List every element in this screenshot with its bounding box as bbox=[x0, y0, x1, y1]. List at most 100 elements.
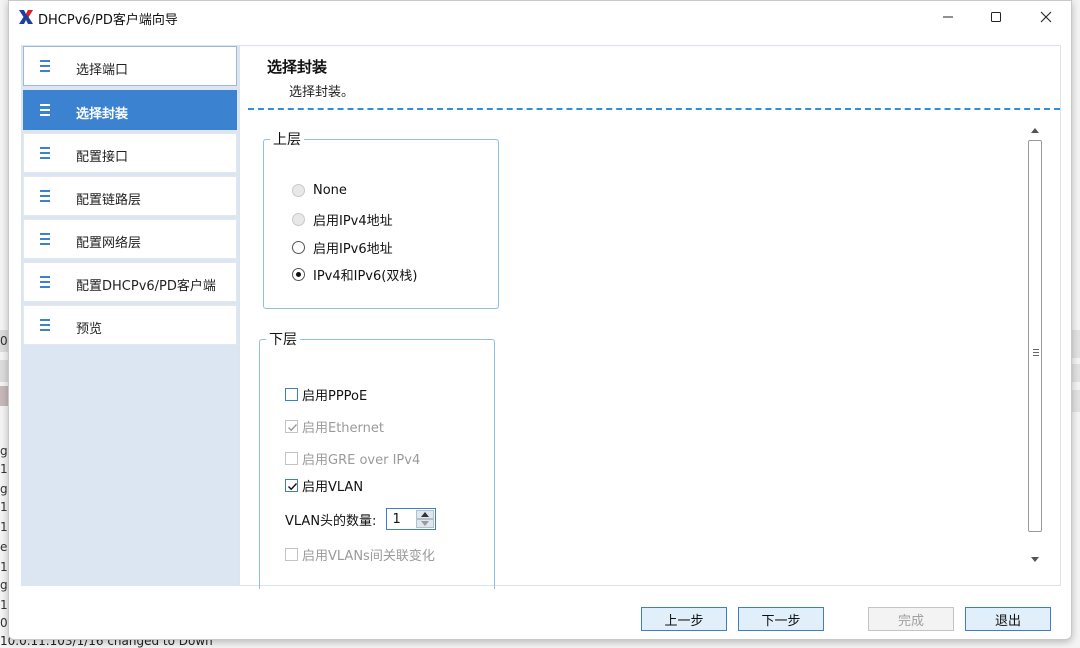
close-button[interactable] bbox=[1021, 1, 1071, 33]
radio-label: IPv4和IPv6(双栈) bbox=[313, 269, 418, 284]
radio-label: 启用IPv6地址 bbox=[313, 242, 393, 257]
background-text: 0 bbox=[0, 334, 8, 348]
background-text: g bbox=[0, 578, 8, 592]
list-icon bbox=[40, 104, 50, 116]
background-text: 0 bbox=[0, 616, 8, 630]
radio-dual-stack[interactable]: IPv4和IPv6(双栈) bbox=[292, 265, 417, 284]
radio-ipv6[interactable]: 启用IPv6地址 bbox=[292, 238, 393, 257]
vlan-count-row: VLAN头的数量: 1 bbox=[285, 508, 437, 530]
dashed-divider bbox=[248, 108, 1060, 110]
vlan-count-spinbox[interactable]: 1 bbox=[386, 508, 437, 530]
list-icon bbox=[40, 60, 50, 72]
checkbox-ethernet[interactable]: 启用Ethernet bbox=[285, 417, 384, 436]
vlan-count-value[interactable]: 1 bbox=[392, 512, 400, 527]
spin-buttons bbox=[416, 510, 435, 528]
group-title: 下层 bbox=[266, 329, 300, 349]
group-title: 上层 bbox=[270, 129, 304, 149]
spin-up-button[interactable] bbox=[416, 510, 435, 519]
checkmark-icon bbox=[288, 483, 298, 491]
grip-icon bbox=[1033, 349, 1039, 356]
radio-button[interactable] bbox=[292, 268, 305, 281]
sidebar-item-label: 预览 bbox=[76, 322, 103, 337]
background-strip bbox=[1072, 390, 1080, 412]
sidebar-item-configure-network-layer[interactable]: 配置网络层 bbox=[23, 219, 237, 259]
background-strip bbox=[0, 360, 8, 382]
radio-ipv4[interactable]: 启用IPv4地址 bbox=[292, 210, 393, 229]
maximize-icon bbox=[991, 12, 1001, 22]
radio-none[interactable]: None bbox=[292, 183, 347, 198]
sidebar-item-preview[interactable]: 预览 bbox=[23, 305, 237, 345]
radio-button[interactable] bbox=[292, 184, 305, 197]
sidebar-item-configure-link-layer[interactable]: 配置链路层 bbox=[23, 176, 237, 216]
list-icon bbox=[40, 147, 50, 159]
triangle-down-icon bbox=[421, 521, 430, 526]
x-logo-icon bbox=[19, 10, 33, 24]
scroll-down-icon[interactable] bbox=[1030, 554, 1040, 564]
checkbox[interactable] bbox=[285, 548, 298, 561]
minimize-icon bbox=[943, 16, 953, 18]
background-text: 1 bbox=[0, 560, 8, 574]
sidebar-item-label: 配置接口 bbox=[76, 150, 129, 165]
finish-button[interactable]: 完成 bbox=[868, 607, 954, 631]
checkbox[interactable] bbox=[285, 479, 298, 492]
list-icon bbox=[40, 190, 50, 202]
background-text: 1 bbox=[0, 598, 8, 612]
sidebar-item-label: 选择端口 bbox=[76, 63, 129, 78]
wizard-steps-sidebar: 选择端口 选择封装 配置接口 配置链路层 配置网络层 配置DHCPv6/PD客户… bbox=[21, 45, 239, 586]
upper-layer-group: 上层 None 启用IPv4地址 启用IPv6地址 IPv4和IPv6(双栈) bbox=[263, 129, 499, 309]
checkbox-label: 启用Ethernet bbox=[302, 421, 384, 436]
wizard-dialog: DHCPv6/PD客户端向导 选择端口 选择封装 配置接口 配置链路层 配置网络… bbox=[8, 0, 1072, 640]
radio-button[interactable] bbox=[292, 241, 305, 254]
background-text: e bbox=[0, 540, 8, 554]
checkbox-label: 启用VLAN bbox=[302, 480, 364, 495]
list-icon bbox=[40, 276, 50, 288]
checkbox-pppoe[interactable]: 启用PPPoE bbox=[285, 385, 367, 404]
background-strip bbox=[1072, 364, 1080, 382]
list-icon bbox=[40, 319, 50, 331]
radio-button[interactable] bbox=[292, 213, 305, 226]
sidebar-item-configure-interface[interactable]: 配置接口 bbox=[23, 133, 237, 173]
background-strip bbox=[0, 386, 8, 406]
radio-label: 启用IPv4地址 bbox=[313, 214, 393, 229]
close-icon bbox=[1040, 11, 1052, 23]
spin-down-button[interactable] bbox=[416, 519, 435, 528]
checkbox-label: 启用VLANs间关联变化 bbox=[302, 549, 435, 564]
maximize-button[interactable] bbox=[971, 1, 1021, 33]
sidebar-item-select-encapsulation[interactable]: 选择封装 bbox=[23, 90, 237, 130]
checkbox-vlan[interactable]: 启用VLAN bbox=[285, 476, 363, 495]
checkbox-gre-over-ipv4[interactable]: 启用GRE over IPv4 bbox=[285, 449, 420, 468]
checkbox-vlan-change[interactable]: 启用VLANs间关联变化 bbox=[285, 545, 435, 564]
next-button[interactable]: 下一步 bbox=[738, 607, 824, 631]
sidebar-item-label: 配置DHCPv6/PD客户端 bbox=[76, 279, 216, 294]
background-text: 1 bbox=[0, 520, 8, 534]
sidebar-item-configure-dhcpv6-client[interactable]: 配置DHCPv6/PD客户端 bbox=[23, 262, 237, 302]
page-subtitle: 选择封装。 bbox=[289, 85, 355, 100]
minimize-button[interactable] bbox=[923, 1, 973, 33]
sidebar-item-label: 配置链路层 bbox=[76, 193, 142, 208]
sidebar-item-select-port[interactable]: 选择端口 bbox=[23, 46, 237, 86]
background-text: 1 bbox=[0, 500, 8, 514]
sidebar-item-label: 配置网络层 bbox=[76, 236, 142, 251]
background-strip bbox=[1072, 330, 1080, 358]
vertical-scrollbar[interactable] bbox=[1026, 122, 1042, 570]
list-icon bbox=[40, 233, 50, 245]
background-text: 1 bbox=[0, 462, 8, 476]
scrollbar-thumb[interactable] bbox=[1028, 140, 1042, 532]
background-text: g bbox=[0, 444, 8, 458]
exit-button[interactable]: 退出 bbox=[965, 607, 1051, 631]
page-title: 选择封装 bbox=[267, 58, 328, 76]
scroll-up-icon[interactable] bbox=[1030, 126, 1040, 136]
prev-button[interactable]: 上一步 bbox=[641, 607, 727, 631]
checkbox[interactable] bbox=[285, 452, 298, 465]
checkbox[interactable] bbox=[285, 420, 298, 433]
content-panel: 选择封装 选择封装。 上层 None 启用IPv4地址 启用IPv6地址 IPv… bbox=[239, 45, 1061, 589]
title-bar[interactable]: DHCPv6/PD客户端向导 bbox=[9, 1, 1071, 35]
checkmark-icon bbox=[288, 424, 298, 432]
checkbox[interactable] bbox=[285, 388, 298, 401]
sidebar-item-label: 选择封装 bbox=[76, 107, 129, 122]
background-text: g bbox=[0, 482, 8, 496]
checkbox-label: 启用PPPoE bbox=[302, 389, 368, 404]
triangle-up-icon bbox=[421, 512, 430, 517]
vlan-count-label: VLAN头的数量: bbox=[285, 513, 377, 529]
radio-label: None bbox=[313, 183, 347, 198]
